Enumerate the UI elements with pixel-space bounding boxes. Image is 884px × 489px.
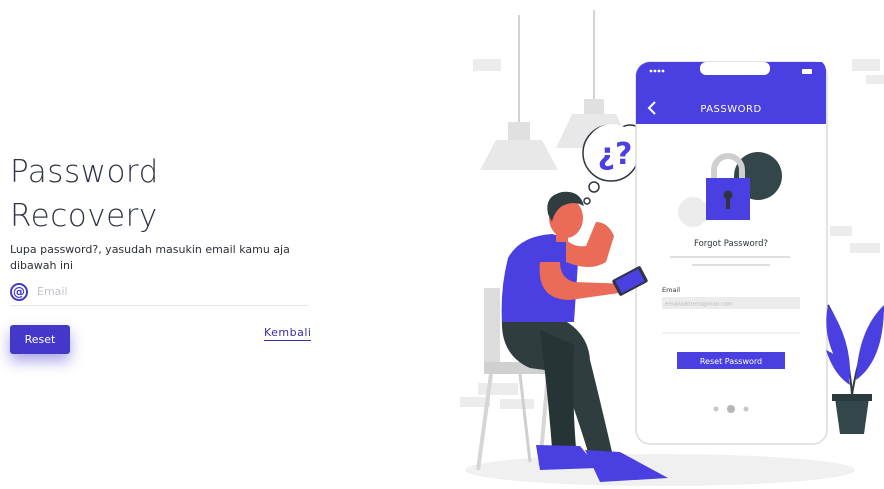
phone-mockup: PASSWORD Forgot Password? Email emailadd… <box>635 61 828 445</box>
potted-plant <box>826 304 884 434</box>
email-input[interactable] <box>37 285 277 298</box>
phone-header-title: PASSWORD <box>700 104 761 115</box>
phone-reset-button-label: Reset Password <box>700 357 762 366</box>
question-marks: ¿? <box>598 137 633 172</box>
back-link[interactable]: Kembali <box>264 326 312 341</box>
page-subtitle: Lupa password?, yasudah masukin email ka… <box>10 243 290 272</box>
email-field-row: @ <box>10 278 308 306</box>
page-title: Password Recovery <box>10 154 159 234</box>
illustration: ¿? PASSWORD Forgot Password? Email email… <box>460 10 884 486</box>
phone-email-placeholder: emailaddress@mail.com <box>665 302 733 308</box>
floor-shadow <box>465 454 855 486</box>
reset-button[interactable]: Reset <box>10 325 70 354</box>
page: Password Recovery Lupa password?, yasuda… <box>0 0 884 489</box>
at-sign-icon: @ <box>10 282 28 301</box>
recovery-form: Password Recovery Lupa password?, yasuda… <box>10 150 312 354</box>
phone-email-label: Email <box>662 286 680 294</box>
forgot-password-label: Forgot Password? <box>694 239 768 249</box>
